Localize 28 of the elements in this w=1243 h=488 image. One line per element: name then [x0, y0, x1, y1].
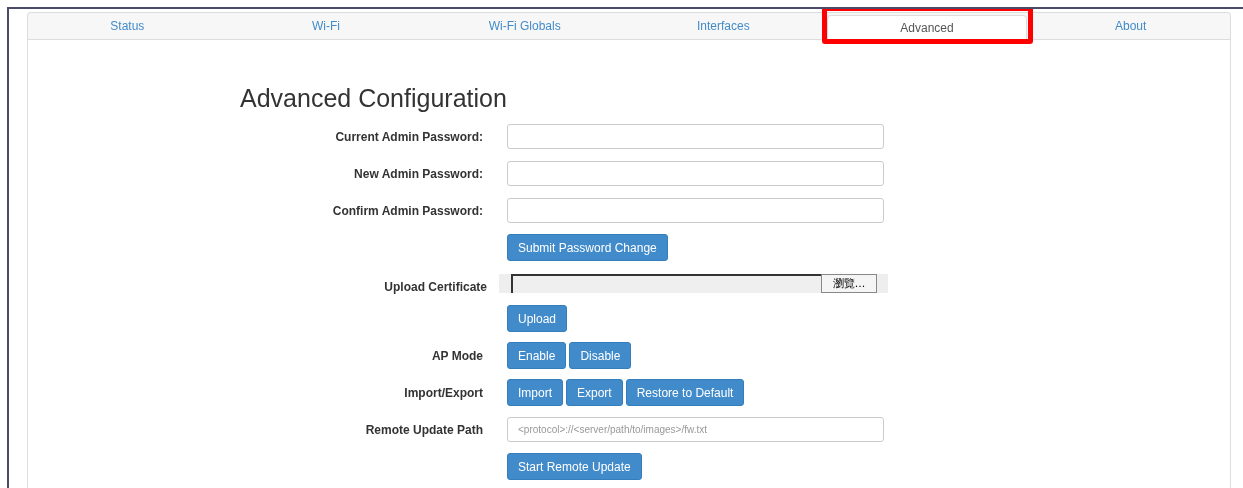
tab[interactable]: Interfaces: [624, 13, 823, 39]
tab[interactable]: Wi-Fi: [226, 13, 426, 39]
field-label: Import/Export: [403, 385, 483, 400]
input-field[interactable]: <protocol>://<server/path/to/images>/fw.txt: [507, 417, 884, 442]
field-label: Current Admin Password:: [334, 129, 483, 144]
tab[interactable]: Advanced: [826, 15, 1028, 39]
field-label: Confirm Admin Password:: [331, 203, 483, 218]
input-field[interactable]: [507, 124, 884, 149]
action-button[interactable]: Disable: [569, 342, 632, 369]
field-label: AP Mode: [430, 348, 483, 363]
input-field[interactable]: [507, 198, 884, 223]
tab[interactable]: Status: [28, 13, 227, 39]
action-button[interactable]: Export: [566, 379, 623, 406]
file-input[interactable]: 瀏覽...: [499, 273, 888, 293]
browse-button[interactable]: 瀏覽...: [821, 273, 877, 293]
action-button[interactable]: Import: [507, 379, 563, 406]
action-button[interactable]: Upload: [507, 305, 568, 332]
action-button[interactable]: Enable: [507, 342, 567, 369]
field-label: Remote Update Path: [364, 422, 483, 437]
field-label: Upload Certificate: [383, 279, 487, 294]
tab[interactable]: Wi-Fi Globals: [425, 13, 624, 39]
field-label: New Admin Password:: [353, 166, 483, 181]
action-button[interactable]: Submit Password Change: [507, 234, 668, 261]
page-heading: Advanced Configuration: [240, 84, 508, 114]
action-button[interactable]: Start Remote Update: [507, 453, 642, 480]
action-button[interactable]: Restore to Default: [625, 379, 745, 406]
tab[interactable]: About: [1031, 13, 1231, 39]
input-field[interactable]: [507, 161, 884, 186]
